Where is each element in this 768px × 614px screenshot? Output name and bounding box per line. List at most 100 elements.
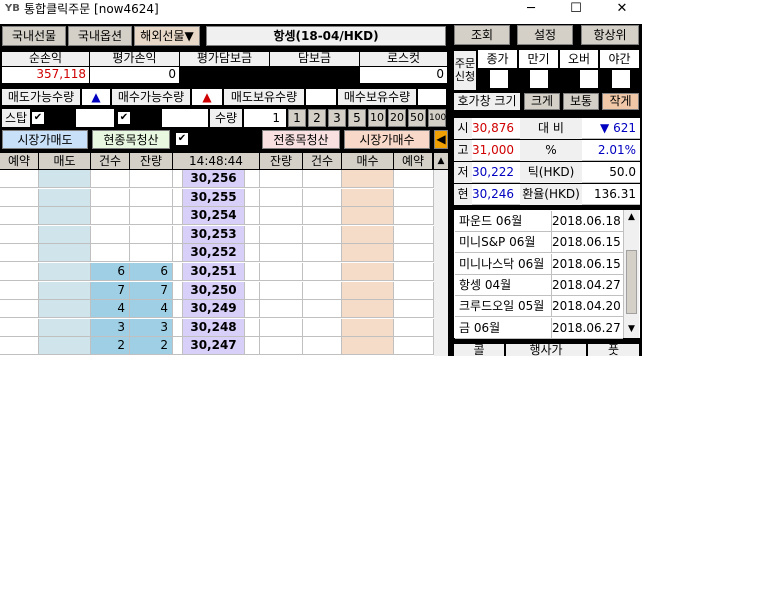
instrument-selector[interactable]: 항셍(18-04/HKD) [206,26,446,46]
query-button[interactable]: 조회 [454,25,510,45]
sell-reserve-cell[interactable] [0,318,39,337]
sell-qty-cell[interactable]: 4 [130,300,173,319]
buy-cell[interactable] [342,281,394,300]
sell-count-cell[interactable] [91,244,130,263]
price-cell[interactable]: 30,248 [183,318,245,337]
quote-size-large-button[interactable]: 크게 [524,93,560,110]
expiry-checkbox[interactable] [530,70,548,88]
stop-checkbox[interactable]: ✔ [32,112,44,124]
qty-preset-1[interactable]: 1 [288,109,306,127]
sell-cell[interactable] [39,244,91,263]
close-button[interactable]: ✕ [600,0,644,19]
liquidate-checkbox[interactable]: ✔ [176,133,188,145]
grid-row[interactable]: 30,254 [0,207,434,226]
put-tab[interactable]: 풋 [588,344,639,356]
tab-domestic-futures[interactable]: 국내선물 [2,26,66,46]
grid-row[interactable]: 30,253 [0,225,434,244]
sell-count-cell[interactable] [91,188,130,207]
night-checkbox[interactable] [612,70,630,88]
qty-preset-3[interactable]: 3 [328,109,346,127]
buy-qty-cell[interactable] [260,207,303,226]
buy-cell[interactable] [342,188,394,207]
contract-list-item[interactable]: 미니나스닥 06월 2018.06.15 [455,253,623,275]
stop-buy-checkbox[interactable]: ✔ [118,112,130,124]
tab-domestic-options[interactable]: 국내옵션 [68,26,132,46]
sell-cell[interactable] [39,188,91,207]
sell-reserve-cell[interactable] [0,337,39,356]
scroll-up-icon[interactable]: ▲ [624,210,639,224]
stop-buy-ticks-stepper[interactable] [162,109,208,127]
strike-tab[interactable]: 행사가 [506,344,586,356]
sell-count-cell[interactable] [91,207,130,226]
buy-reserve-cell[interactable] [394,244,434,263]
quote-size-normal-button[interactable]: 보통 [563,93,599,110]
buy-reserve-cell[interactable] [394,225,434,244]
sell-reserve-cell[interactable] [0,300,39,319]
sell-qty-cell[interactable]: 3 [130,318,173,337]
sell-qty-cell[interactable] [130,225,173,244]
buy-reserve-cell[interactable] [394,170,434,188]
sell-qty-cell[interactable] [130,188,173,207]
order-type-expiry[interactable]: 만기 [519,50,558,68]
grid-row[interactable]: 30,255 [0,188,434,207]
buy-cell[interactable] [342,244,394,263]
qty-input[interactable]: 1 [244,109,286,127]
sell-cell[interactable] [39,318,91,337]
scroll-down-icon[interactable]: ▼ [624,322,639,336]
grid-row[interactable]: 4 4 30,249 [0,300,434,319]
sell-qty-cell[interactable]: 2 [130,337,173,356]
sell-cell[interactable] [39,300,91,319]
sell-count-cell[interactable]: 2 [91,337,130,356]
buy-count-cell[interactable] [303,225,342,244]
buy-reserve-cell[interactable] [394,300,434,319]
qty-preset-2[interactable]: 2 [308,109,326,127]
buy-count-cell[interactable] [303,263,342,281]
sell-count-cell[interactable] [91,225,130,244]
price-cell[interactable]: 30,247 [183,337,245,356]
sell-qty-cell[interactable] [130,207,173,226]
buy-qty-cell[interactable] [260,337,303,356]
buy-qty-cell[interactable] [260,318,303,337]
buy-qty-cell[interactable] [260,281,303,300]
sell-count-cell[interactable]: 7 [91,281,130,300]
qty-preset-50[interactable]: 50 [408,109,426,127]
price-cell[interactable]: 30,253 [183,225,245,244]
buy-qty-cell[interactable] [260,170,303,188]
contract-list-scrollbar[interactable]: ▲ ▼ [623,210,639,338]
quote-size-small-button[interactable]: 작게 [602,93,639,110]
buy-count-cell[interactable] [303,337,342,356]
sell-reserve-cell[interactable] [0,225,39,244]
sell-reserve-cell[interactable] [0,170,39,188]
sell-cell[interactable] [39,281,91,300]
contract-list-item[interactable]: 금 06월 2018.06.27 [455,317,623,339]
scroll-thumb[interactable] [626,250,637,314]
contract-list-item[interactable]: 미니S&P 06월 2018.06.15 [455,232,623,254]
buy-count-cell[interactable] [303,207,342,226]
grid-scrollbar[interactable] [434,170,448,356]
contract-list-item[interactable]: 항셍 04월 2018.04.27 [455,274,623,296]
buy-cell[interactable] [342,170,394,188]
market-sell-button[interactable]: 시장가매도 [2,130,88,149]
maximize-button[interactable]: ☐ [554,0,598,19]
buy-qty-cell[interactable] [260,244,303,263]
sell-reserve-cell[interactable] [0,244,39,263]
buy-reserve-cell[interactable] [394,281,434,300]
sell-qty-cell[interactable] [130,244,173,263]
price-cell[interactable]: 30,249 [183,300,245,319]
sell-cell[interactable] [39,337,91,356]
buy-count-cell[interactable] [303,244,342,263]
collapse-arrow-icon[interactable]: ◀ [434,130,448,149]
price-cell[interactable]: 30,250 [183,281,245,300]
buy-qty-cell[interactable] [260,300,303,319]
buy-cell[interactable] [342,207,394,226]
sell-reserve-cell[interactable] [0,188,39,207]
over-checkbox[interactable] [580,70,598,88]
qty-preset-100[interactable]: 100 [428,109,446,127]
buy-cell[interactable] [342,263,394,281]
sell-reserve-cell[interactable] [0,207,39,226]
buy-qty-cell[interactable] [260,225,303,244]
buy-cell[interactable] [342,318,394,337]
buy-count-cell[interactable] [303,318,342,337]
buy-qty-cell[interactable] [260,188,303,207]
sell-qty-cell[interactable]: 7 [130,281,173,300]
